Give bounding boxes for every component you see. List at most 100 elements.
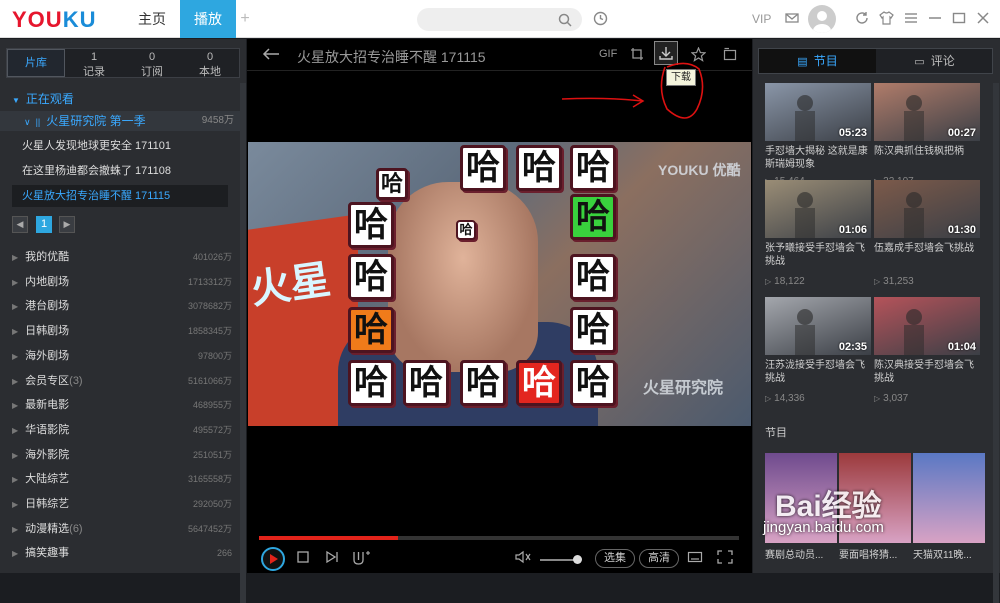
category-item[interactable]: ▶ 最新电影 468955万 [0, 395, 240, 415]
episode-item[interactable]: 在这里杨迪都会撤蛛了 171108 [12, 160, 228, 182]
nav-play[interactable]: 播放 [180, 0, 236, 38]
right-scrollbar[interactable] [993, 83, 999, 603]
episode-item[interactable]: 火星人发现地球更安全 171101 [12, 135, 228, 157]
back-arrow-icon[interactable] [262, 47, 280, 61]
video-duration: 02:35 [838, 341, 867, 353]
search-input[interactable] [417, 8, 582, 31]
quality-button[interactable]: 高清 [639, 549, 679, 568]
video-thumbnail[interactable]: 02:35 [765, 297, 871, 355]
sidebar-scrollbar[interactable] [240, 83, 246, 603]
tab-history-label: 记录 [83, 66, 105, 78]
nav-home[interactable]: 主页 [124, 0, 180, 38]
history-icon[interactable] [593, 11, 608, 26]
playlist-add-icon[interactable] [351, 550, 371, 566]
avatar[interactable] [808, 5, 836, 33]
category-sub-count: (3) [69, 374, 83, 387]
category-item[interactable]: ▶ 会员专区(3) 5161066万 [0, 371, 240, 391]
skin-icon[interactable] [879, 11, 894, 25]
ha-caption-box: 哈 [570, 307, 616, 353]
ha-caption-box: 哈 [460, 145, 506, 191]
category-item[interactable]: ▶ 海外剧场 97800万 [0, 346, 240, 366]
ha-caption-box: 哈 [403, 360, 449, 406]
tab-subscriptions[interactable]: 0 订阅 [123, 49, 181, 78]
vip-link[interactable]: VIP [752, 12, 771, 26]
category-item[interactable]: ▶ 海外影院 251051万 [0, 445, 240, 465]
category-item[interactable]: ▶ 内地剧场 1713312万 [0, 272, 240, 292]
tab-programs[interactable]: ▤ 节目 [759, 49, 876, 73]
category-item[interactable]: ▶ 华语影院 495572万 [0, 420, 240, 440]
right-panel: ▤节目 ▭评论 05:23手怼墙大揭秘 这就是康斯瑞姆现象▷15,46400:2… [753, 39, 1000, 603]
video-title-link[interactable]: 伍嘉成手怼墙会飞挑战 [874, 242, 980, 255]
video-thumbnail[interactable]: 01:04 [874, 297, 980, 355]
category-item[interactable]: ▶ 大陆综艺 3165558万 [0, 469, 240, 489]
progress-bar[interactable] [259, 536, 739, 540]
video-title-link[interactable]: 张予曦接受手怼墙会飞挑战 [765, 242, 871, 268]
tab-history[interactable]: 1 记录 [65, 49, 123, 78]
tab-local[interactable]: 0 本地 [181, 49, 239, 78]
video-thumbnail[interactable]: 05:23 [765, 83, 871, 141]
video-views: ▷ 31,253 [874, 276, 914, 287]
show-title[interactable]: 要面唱将猜... [839, 549, 911, 562]
close-icon[interactable] [976, 11, 990, 25]
category-sub-count: (6) [69, 522, 83, 535]
caret-right-icon: ▶ [12, 376, 19, 386]
category-views: 97800万 [197, 350, 232, 361]
category-item[interactable]: ▶ 我的优酷 401026万 [0, 247, 240, 267]
show-title[interactable]: 天猫双11晚... [913, 549, 985, 562]
stop-icon[interactable] [296, 550, 310, 564]
top-bar: YOUKU 主页 播放 + VIP [0, 0, 1000, 38]
subtitle-icon[interactable] [687, 550, 703, 564]
now-watching-header[interactable]: ▼ 正在观看 [0, 89, 246, 109]
category-views: 1713312万 [187, 276, 232, 287]
page-1-button[interactable]: 1 [36, 216, 52, 233]
video-frame[interactable]: 火星 YOUKU 优酷 火星研究院 哈哈哈哈哈哈哈哈哈哈哈哈哈哈哈哈 [248, 142, 751, 426]
page-prev-button[interactable]: ◀ [12, 216, 28, 233]
video-thumbnail[interactable]: 01:30 [874, 180, 980, 238]
video-title-link[interactable]: 陈汉典接受手怼墙会飞挑战 [874, 359, 980, 385]
video-title-link[interactable]: 陈汉典抓住钱枫把柄 [874, 145, 980, 158]
category-label: 搞笑趣事 [25, 547, 70, 560]
play-button[interactable] [261, 547, 285, 571]
ha-caption-box: 哈 [570, 194, 616, 240]
play-count-icon: ▷ [874, 394, 881, 403]
page-next-button[interactable]: ▶ [59, 216, 75, 233]
show-title[interactable]: 赛剧总动员... [765, 549, 837, 562]
volume-knob[interactable] [573, 555, 582, 564]
maximize-icon[interactable] [952, 11, 966, 25]
video-thumbnail[interactable]: 01:06 [765, 180, 871, 238]
ha-caption-box: 哈 [570, 145, 616, 191]
youku-logo[interactable]: YOUKU [12, 7, 96, 33]
category-item[interactable]: ▶ 日韩剧场 1858345万 [0, 321, 240, 341]
refresh-icon[interactable] [855, 11, 869, 25]
local-count: 0 [206, 51, 214, 63]
category-label: 海外剧场 [25, 349, 70, 362]
category-item[interactable]: ▶ 日韩综艺 292050万 [0, 494, 240, 514]
tab-library[interactable]: 片库 [7, 49, 65, 77]
episode-item-active[interactable]: 火星放大招专治睡不醒 171115 [12, 185, 228, 207]
episodes-button[interactable]: 选集 [595, 549, 635, 568]
comment-icon: ▭ [914, 56, 925, 68]
video-thumbnail[interactable]: 00:27 [874, 83, 980, 141]
menu-icon[interactable] [904, 11, 918, 25]
add-tab-button[interactable]: + [236, 0, 254, 38]
caret-right-icon: ▶ [12, 401, 19, 411]
category-label: 会员专区 [25, 374, 70, 387]
tab-comments[interactable]: ▭ 评论 [876, 49, 993, 73]
video-title-link[interactable]: 手怼墙大揭秘 这就是康斯瑞姆现象 [765, 145, 871, 171]
category-item[interactable]: ▶ 动漫精选(6) 5647452万 [0, 519, 240, 539]
video-title-link[interactable]: 汪苏泷接受手怼墙会飞挑战 [765, 359, 871, 385]
show-poster[interactable] [913, 453, 985, 543]
category-item[interactable]: ▶ 搞笑趣事 266 [0, 543, 240, 563]
caret-right-icon: ▶ [12, 450, 19, 460]
minimize-icon[interactable] [928, 11, 942, 25]
next-icon[interactable] [325, 550, 339, 564]
ha-caption-box: 哈 [348, 360, 394, 406]
series-item[interactable]: ∨ || 火星研究院 第一季 9458万 [0, 111, 240, 131]
search-icon[interactable] [558, 13, 572, 27]
category-label: 港台剧场 [25, 300, 70, 313]
volume-icon[interactable] [515, 550, 531, 564]
ha-caption-box: 哈 [460, 360, 506, 406]
mail-icon[interactable] [785, 11, 799, 25]
category-item[interactable]: ▶ 港台剧场 3078682万 [0, 296, 240, 316]
fullscreen-icon[interactable] [717, 550, 733, 564]
